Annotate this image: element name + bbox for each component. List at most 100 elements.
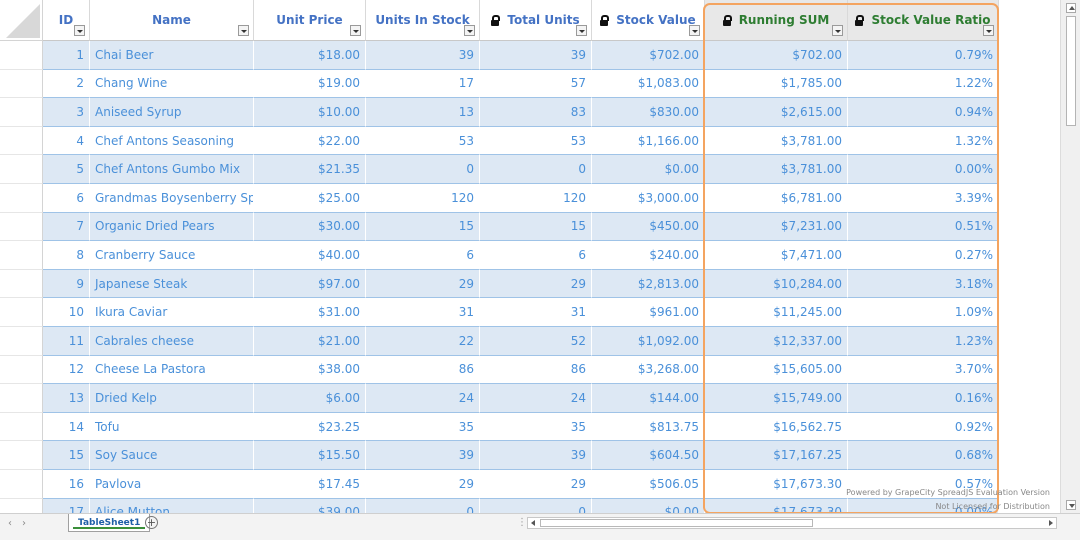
cell-id[interactable]: 6 (43, 184, 90, 213)
cell-stock-value[interactable]: $3,268.00 (592, 355, 705, 385)
column-header-stock-value-ratio[interactable]: Stock Value Ratio (848, 0, 999, 41)
row-header[interactable] (0, 155, 43, 184)
cell-id[interactable]: 10 (43, 298, 90, 327)
column-header-unit-price[interactable]: Unit Price (254, 0, 366, 41)
row-header[interactable] (0, 241, 43, 270)
cell-name[interactable]: Chef Antons Seasoning (90, 126, 254, 156)
cell-units-in-stock[interactable]: 35 (366, 412, 480, 442)
cell-units-in-stock[interactable]: 29 (366, 269, 480, 299)
table-row[interactable]: 1 Chai Beer $18.00 39 39 $702.00 $702.00 0.79% (0, 41, 1000, 70)
filter-dropdown-icon[interactable] (74, 25, 85, 36)
cell-unit-price[interactable]: $10.00 (254, 98, 366, 127)
cell-stock-value-ratio[interactable]: 0.51% (848, 212, 999, 242)
row-header[interactable] (0, 470, 43, 499)
cell-unit-price[interactable]: $38.00 (254, 355, 366, 385)
cell-stock-value[interactable]: $506.05 (592, 470, 705, 499)
tab-nav-next-icon[interactable]: › (22, 518, 26, 529)
cell-running-sum[interactable]: $17,167.25 (705, 441, 848, 470)
filter-dropdown-icon[interactable] (832, 25, 843, 36)
cell-name[interactable]: Japanese Steak (90, 269, 254, 299)
table-row[interactable]: 2 Chang Wine $19.00 17 57 $1,083.00 $1,785.00 1… (0, 69, 1000, 99)
cell-stock-value[interactable]: $1,166.00 (592, 126, 705, 156)
cell-id[interactable]: 16 (43, 470, 90, 499)
vertical-scroll-thumb[interactable] (1066, 16, 1076, 126)
cell-name[interactable]: Cranberry Sauce (90, 241, 254, 270)
table-row[interactable]: 13 Dried Kelp $6.00 24 24 $144.00 $15,749.00 0.… (0, 384, 1000, 413)
filter-dropdown-icon[interactable] (576, 25, 587, 36)
table-row[interactable]: 8 Cranberry Sauce $40.00 6 6 $240.00 $7,471.00… (0, 241, 1000, 270)
cell-stock-value-ratio[interactable]: 3.70% (848, 355, 999, 385)
cell-total-units[interactable]: 29 (480, 470, 592, 499)
cell-name[interactable]: Aniseed Syrup (90, 98, 254, 127)
cell-stock-value-ratio[interactable]: 3.39% (848, 184, 999, 213)
column-header-stock-value[interactable]: Stock Value (592, 0, 705, 41)
cell-total-units[interactable]: 39 (480, 41, 592, 70)
row-header[interactable] (0, 412, 43, 442)
cell-total-units[interactable]: 83 (480, 98, 592, 127)
column-header-units-in-stock[interactable]: Units In Stock (366, 0, 480, 41)
table-row[interactable]: 6 Grandmas Boysenberry Spr $25.00 120 120 $3,… (0, 184, 1000, 213)
cell-stock-value[interactable]: $240.00 (592, 241, 705, 270)
cell-stock-value[interactable]: $961.00 (592, 298, 705, 327)
cell-id[interactable]: 13 (43, 384, 90, 413)
row-header[interactable] (0, 384, 43, 413)
cell-unit-price[interactable]: $22.00 (254, 126, 366, 156)
cell-id[interactable]: 12 (43, 355, 90, 385)
row-header[interactable] (0, 355, 43, 385)
cell-units-in-stock[interactable]: 15 (366, 212, 480, 242)
table-row[interactable]: 7 Organic Dried Pears $30.00 15 15 $450.00 $7,… (0, 212, 1000, 242)
cell-running-sum[interactable]: $16,562.75 (705, 412, 848, 442)
cell-units-in-stock[interactable]: 24 (366, 384, 480, 413)
cell-units-in-stock[interactable]: 39 (366, 41, 480, 70)
cell-running-sum[interactable]: $7,231.00 (705, 212, 848, 242)
cell-stock-value-ratio[interactable]: 1.32% (848, 126, 999, 156)
column-header-id[interactable]: ID (43, 0, 90, 41)
row-header[interactable] (0, 212, 43, 242)
cell-running-sum[interactable]: $7,471.00 (705, 241, 848, 270)
cell-stock-value[interactable]: $1,083.00 (592, 69, 705, 99)
cell-units-in-stock[interactable]: 0 (366, 498, 480, 513)
column-header-total-units[interactable]: Total Units (480, 0, 592, 41)
cell-id[interactable]: 9 (43, 269, 90, 299)
cell-id[interactable]: 15 (43, 441, 90, 470)
cell-running-sum[interactable]: $1,785.00 (705, 69, 848, 99)
cell-unit-price[interactable]: $97.00 (254, 269, 366, 299)
cell-total-units[interactable]: 6 (480, 241, 592, 270)
cell-total-units[interactable]: 39 (480, 441, 592, 470)
cell-stock-value[interactable]: $2,813.00 (592, 269, 705, 299)
cell-name[interactable]: Cabrales cheese (90, 327, 254, 356)
table-row[interactable]: 10 Ikura Caviar $31.00 31 31 $961.00 $11,245.0… (0, 298, 1000, 327)
cell-id[interactable]: 8 (43, 241, 90, 270)
row-header[interactable] (0, 298, 43, 327)
vertical-scrollbar[interactable] (1060, 0, 1080, 513)
cell-id[interactable]: 4 (43, 126, 90, 156)
cell-running-sum[interactable]: $17,673.30 (705, 498, 848, 513)
cell-name[interactable]: Organic Dried Pears (90, 212, 254, 242)
filter-dropdown-icon[interactable] (464, 25, 475, 36)
cell-stock-value-ratio[interactable]: 0.94% (848, 98, 999, 127)
cell-unit-price[interactable]: $39.00 (254, 498, 366, 513)
cell-running-sum[interactable]: $3,781.00 (705, 155, 848, 184)
cell-stock-value-ratio[interactable]: 1.22% (848, 69, 999, 99)
cell-running-sum[interactable]: $6,781.00 (705, 184, 848, 213)
cell-id[interactable]: 1 (43, 41, 90, 70)
row-header[interactable] (0, 498, 43, 513)
table-row[interactable]: 17 Alice Mutton $39.00 0 0 $0.00 $17,673.30 0.0… (0, 498, 1000, 513)
cell-stock-value-ratio[interactable]: 0.79% (848, 41, 999, 70)
cell-units-in-stock[interactable]: 17 (366, 69, 480, 99)
row-header[interactable] (0, 269, 43, 299)
cell-running-sum[interactable]: $702.00 (705, 41, 848, 70)
cell-unit-price[interactable]: $40.00 (254, 241, 366, 270)
cell-id[interactable]: 17 (43, 498, 90, 513)
scroll-up-icon[interactable] (1066, 3, 1076, 13)
filter-dropdown-icon[interactable] (238, 25, 249, 36)
cell-unit-price[interactable]: $31.00 (254, 298, 366, 327)
cell-stock-value-ratio[interactable]: 0.27% (848, 241, 999, 270)
cell-name[interactable]: Chang Wine (90, 69, 254, 99)
cell-unit-price[interactable]: $21.00 (254, 327, 366, 356)
cell-id[interactable]: 2 (43, 69, 90, 99)
cell-stock-value-ratio[interactable]: 1.09% (848, 298, 999, 327)
cell-total-units[interactable]: 120 (480, 184, 592, 213)
scroll-left-icon[interactable] (529, 519, 538, 527)
row-header[interactable] (0, 441, 43, 470)
